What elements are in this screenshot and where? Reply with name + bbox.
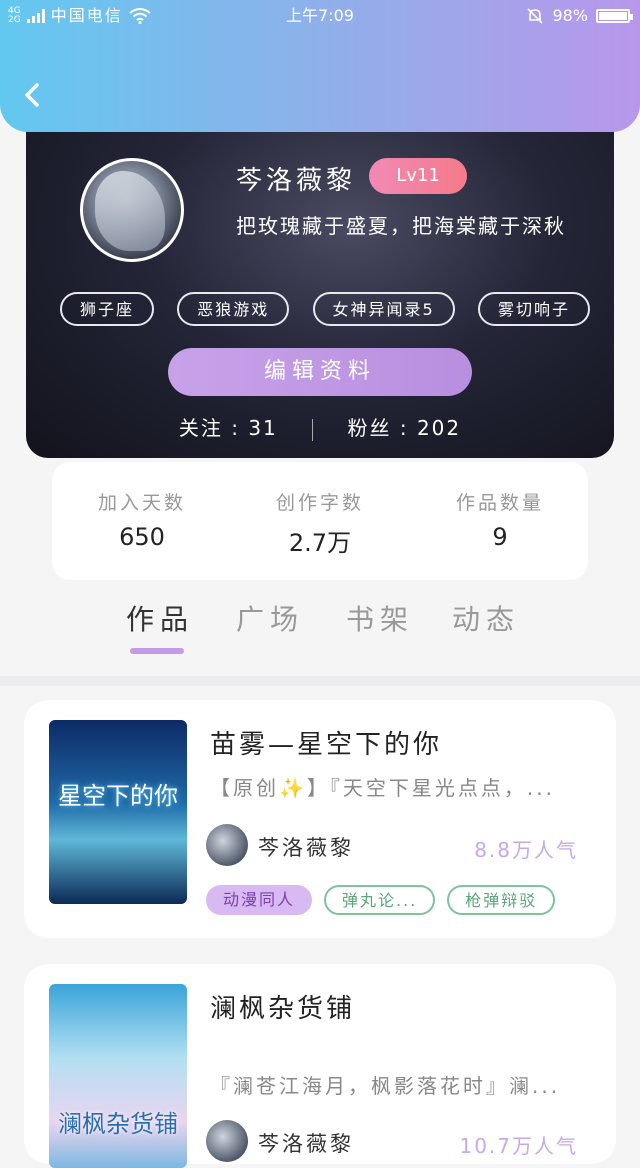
battery-percent: 98% xyxy=(552,6,588,25)
tab-bookshelf[interactable]: 书架 xyxy=(346,598,414,638)
followers-link[interactable]: 粉丝 : 202 xyxy=(347,416,461,440)
tab-square[interactable]: 广场 xyxy=(236,598,304,638)
profile-card: 芩洛薇黎 Lv11 把玫瑰藏于盛夏，把海棠藏于深秋 狮子座 恶狼游戏 女神异闻录… xyxy=(26,100,614,458)
author-name: 芩洛薇黎 xyxy=(258,836,354,860)
author-avatar xyxy=(206,1120,248,1162)
content-tabs: 作品 广场 书架 动态 xyxy=(0,598,640,668)
following-count: 31 xyxy=(248,416,278,440)
work-description: 『澜苍江海月，枫影落花时』澜... xyxy=(210,1074,561,1098)
author-name: 芩洛薇黎 xyxy=(258,1132,354,1156)
work-cover[interactable]: 澜枫杂货铺 xyxy=(49,984,187,1168)
interest-tag[interactable]: 雾切响子 xyxy=(477,292,590,326)
work-description: 【原创✨】『天空下星光点点，... xyxy=(210,776,555,800)
work-card[interactable]: 星空下的你 苗雾—星空下的你 【原创✨】『天空下星光点点，... 芩洛薇黎 8.… xyxy=(24,700,616,938)
work-tag[interactable]: 弹丸论... xyxy=(324,885,436,915)
tab-works[interactable]: 作品 xyxy=(126,598,194,638)
following-link[interactable]: 关注 : 31 xyxy=(179,416,278,440)
popularity: 10.7万人气 xyxy=(459,1134,578,1158)
interest-tag[interactable]: 狮子座 xyxy=(60,292,155,326)
battery-icon xyxy=(596,9,633,23)
edit-profile-button[interactable]: 编辑资料 xyxy=(168,348,472,396)
tab-activity[interactable]: 动态 xyxy=(452,598,520,638)
work-title[interactable]: 苗雾—星空下的你 xyxy=(210,724,442,761)
divider xyxy=(312,418,314,441)
top-header: 4G 2G 中国电信 上午7:09 98% xyxy=(0,0,640,132)
author-avatar xyxy=(206,824,248,866)
stat-value: 2.7万 xyxy=(288,529,352,557)
cover-text: 澜枫杂货铺 xyxy=(58,1110,178,1138)
work-title[interactable]: 澜枫杂货铺 xyxy=(210,988,355,1025)
avatar[interactable] xyxy=(80,158,184,262)
work-cover[interactable]: 星空下的你 xyxy=(49,720,187,904)
work-tag[interactable]: 动漫同人 xyxy=(206,885,313,915)
status-bar: 4G 2G 中国电信 上午7:09 98% xyxy=(0,0,640,32)
popularity: 8.8万人气 xyxy=(474,838,578,862)
interest-tag[interactable]: 女神异闻录5 xyxy=(312,292,455,326)
cover-text: 星空下的你 xyxy=(58,782,178,810)
follow-stats: 关注 : 31 粉丝 : 202 xyxy=(26,412,614,441)
level-badge: Lv11 xyxy=(369,158,467,194)
stat-label: 加入天数 xyxy=(97,492,186,514)
work-tag[interactable]: 枪弹辩驳 xyxy=(447,885,556,915)
stat-value: 9 xyxy=(492,523,508,551)
active-tab-indicator xyxy=(130,648,184,654)
stat-word-count: 创作字数 2.7万 xyxy=(230,488,410,558)
stat-work-count: 作品数量 9 xyxy=(410,488,590,551)
username: 芩洛薇黎 xyxy=(236,166,357,196)
stat-label: 创作字数 xyxy=(275,492,364,514)
mute-icon xyxy=(527,8,544,24)
stat-value: 650 xyxy=(119,523,165,551)
interest-tags: 狮子座 恶狼游戏 女神异闻录5 雾切响子 xyxy=(60,292,590,326)
interest-tag[interactable]: 恶狼游戏 xyxy=(177,292,290,326)
work-tags: 动漫同人 弹丸论... 枪弹辩驳 xyxy=(206,885,556,915)
bio-text: 把玫瑰藏于盛夏，把海棠藏于深秋 xyxy=(236,214,566,238)
stats-panel: 加入天数 650 创作字数 2.7万 作品数量 9 xyxy=(52,462,588,580)
stat-label: 作品数量 xyxy=(455,492,544,514)
followers-count: 202 xyxy=(416,416,462,440)
followers-label: 粉丝 xyxy=(347,416,392,440)
back-arrow-icon[interactable] xyxy=(18,80,48,110)
stat-join-days: 加入天数 650 xyxy=(52,488,232,551)
following-label: 关注 xyxy=(178,416,223,440)
work-card[interactable]: 澜枫杂货铺 澜枫杂货铺 『澜苍江海月，枫影落花时』澜... 芩洛薇黎 10.7万… xyxy=(24,964,616,1168)
section-divider xyxy=(0,676,640,686)
